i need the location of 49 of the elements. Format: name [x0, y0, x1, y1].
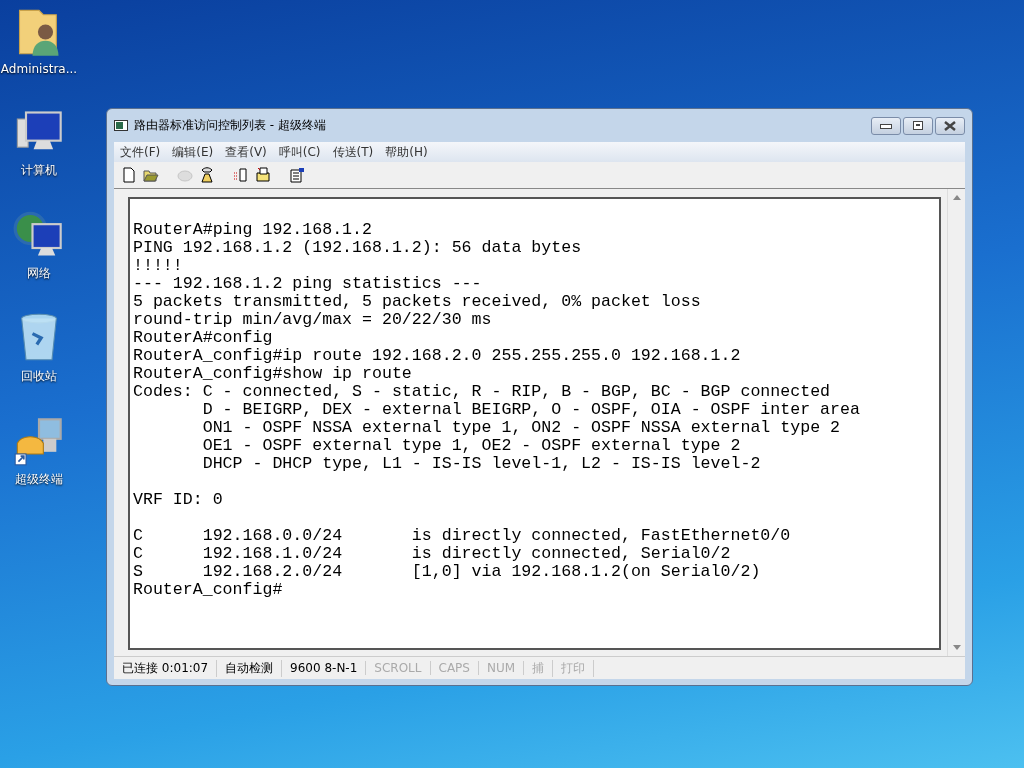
- close-icon: [944, 120, 956, 131]
- terminal-line: Codes: C - connected, S - static, R - RIP, B - BGP, BC - BGP connected: [133, 383, 832, 401]
- terminal-line: OE1 - OSPF external type 1, OE2 - OSPF external type 2: [201, 437, 742, 455]
- terminal-line: PING 192.168.1.2 (192.168.1.2): 56 data bytes: [133, 239, 583, 257]
- terminal-line: RouterA_config#show ip route: [133, 365, 413, 383]
- status-item: 9600 8-N-1: [282, 661, 367, 675]
- phone-computer-icon: [13, 415, 65, 467]
- desktop-icon-label[interactable]: 网络: [27, 265, 51, 282]
- status-item: 打印: [553, 659, 595, 677]
- menu-item[interactable]: 编辑(E): [166, 143, 220, 161]
- maximize-button[interactable]: [903, 116, 933, 135]
- menu-item[interactable]: 传送(T): [326, 143, 380, 161]
- status-item: 已连接 0:01:07: [114, 659, 218, 677]
- maximize-icon: [913, 121, 923, 130]
- terminal-line: round-trip min/avg/max = 20/22/30 ms: [133, 311, 493, 329]
- terminal-line: C 192.168.0.0/24 is directly connected, FastEthernet0/0: [133, 527, 792, 545]
- close-button[interactable]: [935, 116, 965, 135]
- minimize-button[interactable]: [871, 116, 901, 135]
- terminal-line: RouterA#config: [133, 329, 274, 347]
- window-title: 路由器标准访问控制列表 - 超级终端: [134, 117, 327, 134]
- scroll-down-arrow-icon[interactable]: [952, 645, 961, 650]
- terminal-line: RouterA_config#ip route 192.168.2.0 255.255.255.0 192.168.1.2: [133, 347, 742, 365]
- minimize-icon: [880, 122, 892, 129]
- menu-item[interactable]: 呼叫(C): [272, 143, 327, 161]
- scroll-up-arrow-icon[interactable]: [952, 195, 961, 200]
- status-item: 自动检测: [217, 659, 283, 677]
- status-item: SCROLL: [366, 661, 431, 675]
- terminal-line: 5 packets transmitted, 5 packets received, 0% packet loss: [133, 293, 702, 311]
- status-item: 捕: [524, 659, 554, 677]
- desktop-icon-label[interactable]: 计算机: [21, 162, 57, 179]
- menu-item[interactable]: 查看(V): [219, 143, 273, 161]
- terminal-line: --- 192.168.1.2 ping statistics ---: [133, 275, 483, 293]
- menu-item[interactable]: 文件(F): [114, 143, 167, 161]
- terminal-line: ON1 - OSPF NSSA external type 1, ON2 - OSPF NSSA external type 2: [201, 419, 841, 437]
- app-icon: [114, 120, 128, 131]
- desktop-icon-label[interactable]: Administra...: [0, 62, 78, 76]
- desktop-icon-label[interactable]: 超级终端: [15, 471, 63, 488]
- status-item: CAPS: [430, 661, 479, 675]
- terminal-line: VRF ID: 0: [133, 491, 224, 509]
- status-item: NUM: [478, 661, 525, 675]
- terminal-line: RouterA_config#: [133, 581, 284, 599]
- desktop-icon-label[interactable]: 回收站: [21, 368, 57, 385]
- terminal-line: !!!!!: [133, 257, 184, 275]
- terminal-line: D - BEIGRP, DEX - external BEIGRP, O - OSPF, OIA - OSPF inter area: [201, 401, 861, 419]
- terminal-line: RouterA#ping 192.168.1.2: [133, 221, 373, 239]
- terminal-line: S 192.168.2.0/24 [1,0] via 192.168.1.2(on Serial0/2): [133, 563, 762, 581]
- terminal-line: C 192.168.1.0/24 is directly connected, Serial0/2: [133, 545, 732, 563]
- menu-item[interactable]: 帮助(H): [379, 143, 434, 161]
- terminal-line: DHCP - DHCP type, L1 - IS-IS level-1, L2 - IS-IS level-2: [201, 455, 762, 473]
